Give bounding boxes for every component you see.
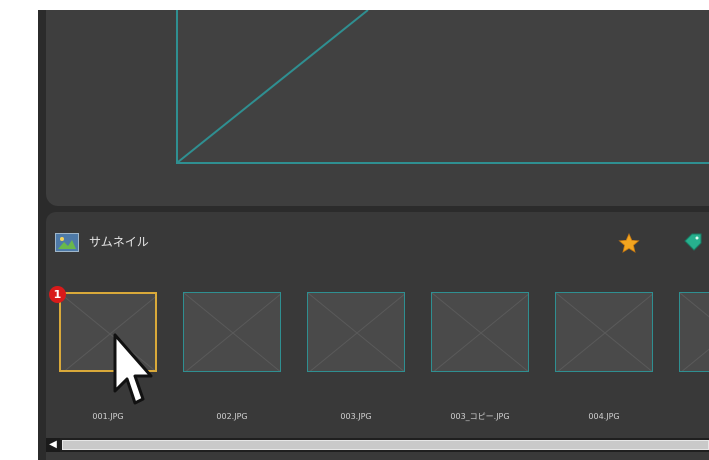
preview-pane <box>46 10 709 206</box>
thumbnail-label: 004.JPG <box>588 412 620 421</box>
thumbnail-item[interactable]: 003.JPG <box>307 292 405 421</box>
thumbnail-label: 003.JPG <box>340 412 372 421</box>
thumbnail-image[interactable] <box>183 292 281 372</box>
selection-badge: 1 <box>49 286 66 303</box>
horizontal-scrollbar[interactable]: ◀ <box>46 438 709 452</box>
scroll-left-icon[interactable]: ◀ <box>46 438 60 452</box>
thumbnail-image[interactable] <box>431 292 529 372</box>
mouse-cursor-icon <box>113 333 153 405</box>
thumbnail-label: 002.JPG <box>216 412 248 421</box>
thumbnail-image[interactable] <box>307 292 405 372</box>
thumbnail-panel-header: サムネイル <box>46 212 709 270</box>
thumbnail-label: 003_コピー.JPG <box>450 412 510 421</box>
tag-icon[interactable] <box>682 232 704 254</box>
thumbnail-image[interactable] <box>555 292 653 372</box>
image-icon <box>55 233 79 252</box>
thumbnail-item[interactable]: 002.JPG <box>183 292 281 421</box>
thumbnail-panel-title: サムネイル <box>89 235 149 249</box>
scrollbar-thumb[interactable] <box>62 440 709 450</box>
thumbnail-item[interactable]: 004.JPG <box>555 292 653 421</box>
thumbnail-item[interactable]: 003_コピー.JPG <box>431 292 529 421</box>
preview-image <box>176 10 709 164</box>
star-icon[interactable] <box>618 232 640 254</box>
thumbnail-label: 0 <box>669 412 709 422</box>
thumbnail-item[interactable]: 0 <box>679 292 709 372</box>
thumbnail-label: 001.JPG <box>92 412 124 421</box>
thumbnail-image[interactable] <box>679 292 709 372</box>
preview-placeholder <box>178 10 369 162</box>
